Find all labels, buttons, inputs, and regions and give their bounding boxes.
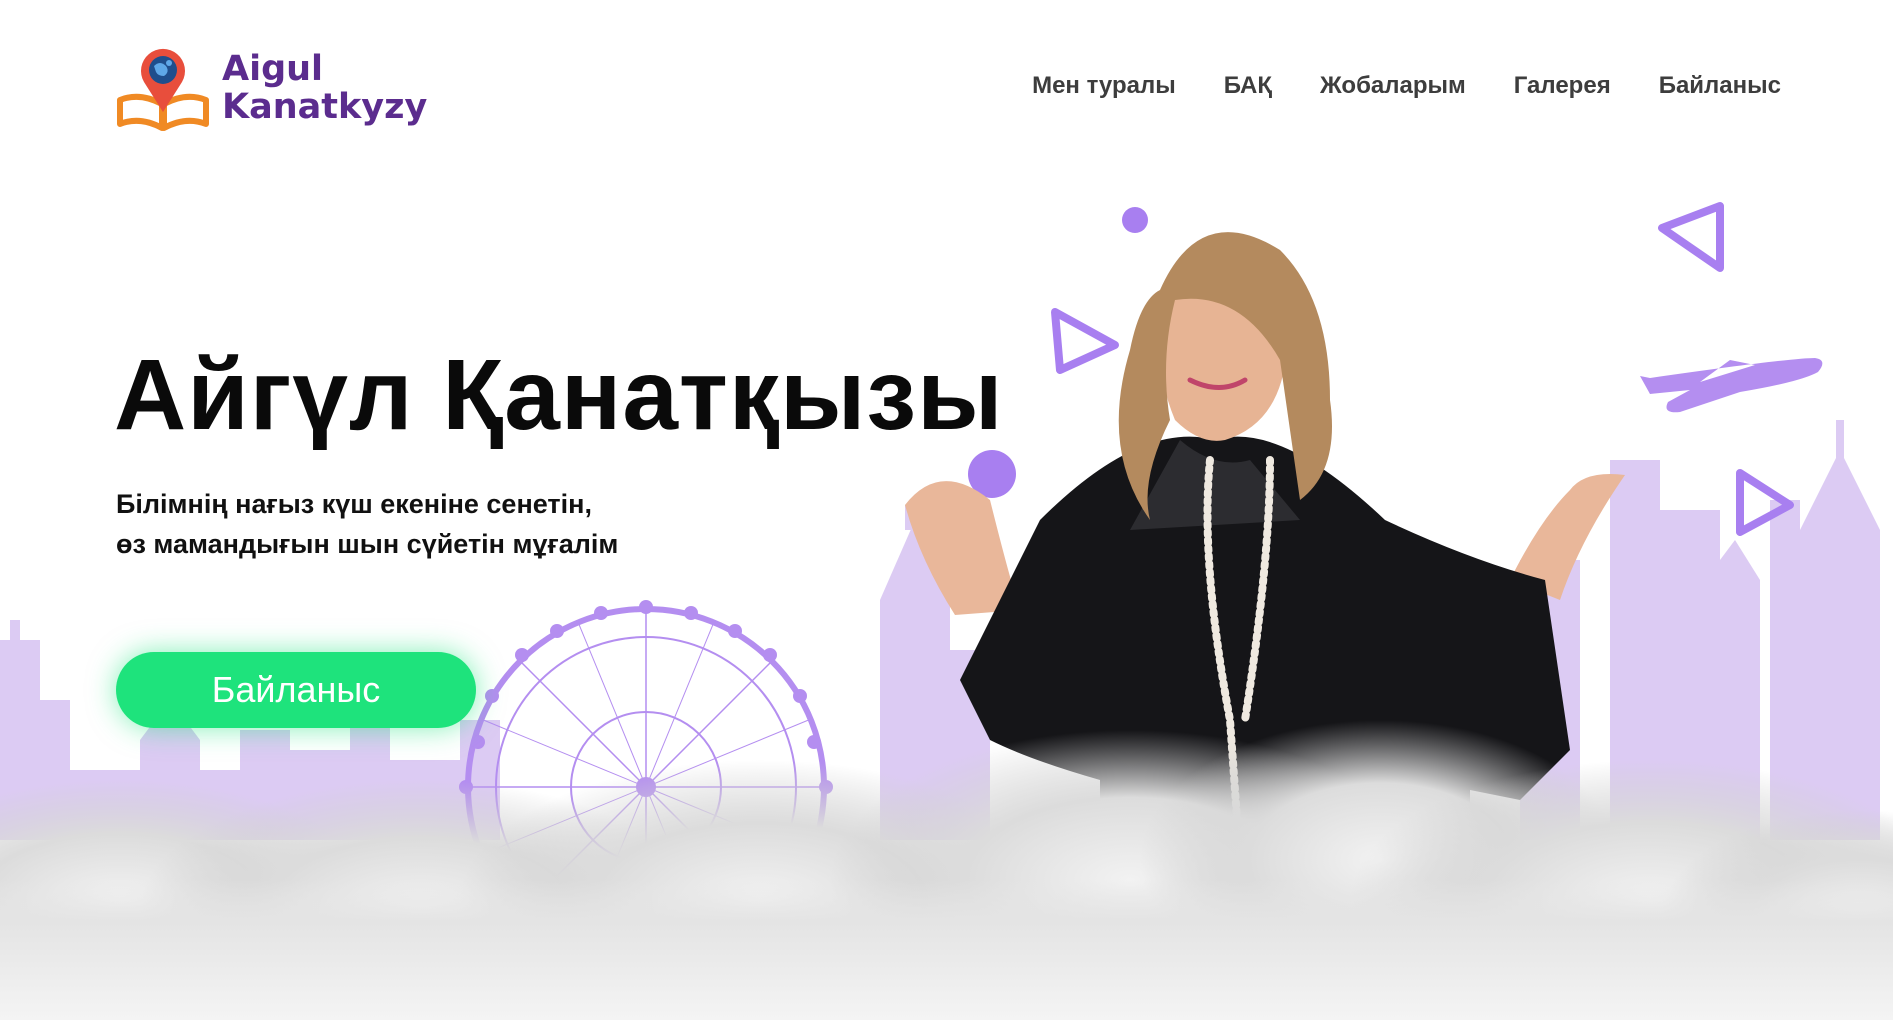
nav-item-about[interactable]: Мен туралы [1032, 72, 1176, 100]
hero-illustration [0, 202, 1893, 1020]
nav-item-media[interactable]: БАҚ [1224, 72, 1272, 100]
nav-item-gallery[interactable]: Галерея [1514, 72, 1611, 100]
site-logo[interactable]: Aigul Kanatkyzy [114, 42, 434, 134]
logo-text: Aigul Kanatkyzy [222, 50, 427, 126]
contact-button[interactable]: Байланыс [116, 652, 476, 728]
triangle-outline-icon [1658, 202, 1724, 272]
circle-icon [1122, 207, 1148, 233]
logo-line1: Aigul [222, 49, 324, 89]
book-globe-pin-icon [117, 48, 209, 131]
hero-subtitle-line2: өз мамандығын шын сүйетін мұғалім [116, 529, 619, 559]
logo-line2: Kanatkyzy [222, 87, 428, 127]
main-nav: Мен туралы БАҚ Жобаларым Галерея Байланы… [1032, 72, 1781, 100]
site-header: Aigul Kanatkyzy Мен туралы БАҚ Жобаларым… [0, 0, 1893, 170]
hero-subtitle-line1: Білімнің нағыз күш екеніне сенетін, [116, 489, 592, 519]
nav-item-contact[interactable]: Байланыс [1659, 72, 1781, 100]
triangle-outline-icon [1051, 308, 1119, 374]
page-title: Айгүл Қанатқызы [114, 339, 1004, 451]
hero-subtitle: Білімнің нағыз күш екеніне сенетін, өз м… [116, 484, 618, 564]
airplane-icon [1640, 358, 1823, 413]
nav-item-projects[interactable]: Жобаларым [1320, 72, 1466, 100]
